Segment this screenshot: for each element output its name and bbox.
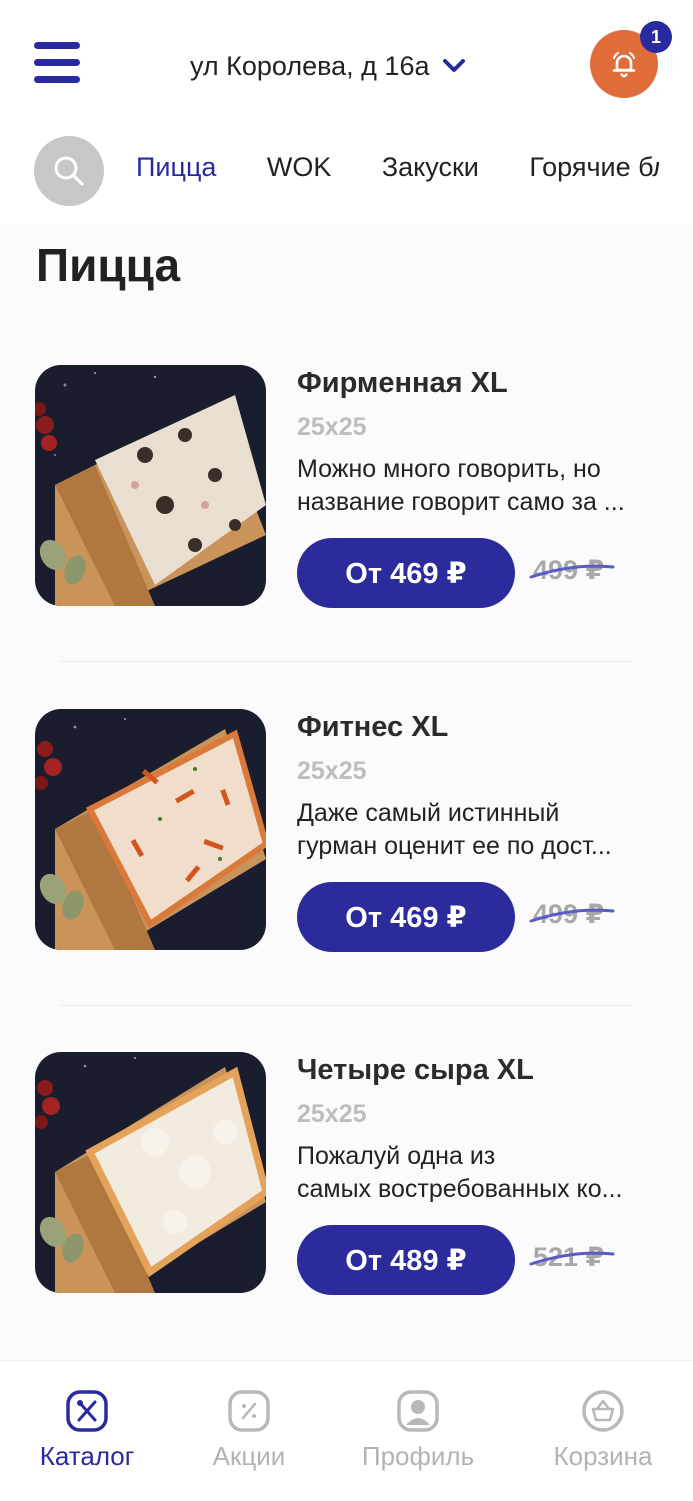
description-line: Пожалуй одна из: [297, 1142, 496, 1170]
nav-catalog[interactable]: Каталог: [12, 1389, 162, 1472]
address-text: ул Королева, д 16а: [190, 50, 430, 81]
pizza-image-1: [35, 365, 266, 606]
product-description: Можно много говорить, но название говори…: [297, 453, 659, 519]
pizza-image-2: [35, 709, 266, 950]
nav-cart[interactable]: Корзина: [528, 1389, 678, 1472]
nav-profile[interactable]: Профиль: [343, 1389, 493, 1472]
chevron-down-icon: [443, 59, 466, 72]
product-name: Фитнес XL: [297, 711, 449, 743]
bottom-navigation: Каталог Акции Профиль Корзина: [0, 1360, 693, 1501]
product-size: 25x25: [297, 1100, 367, 1128]
tab-wok[interactable]: WOK: [267, 152, 332, 183]
old-price: 499 ₽: [529, 899, 615, 930]
price-button[interactable]: От 489 ₽: [297, 1225, 515, 1295]
section-title: Пицца: [36, 239, 181, 291]
divider: [60, 1005, 633, 1006]
description-line: название говорит само за ...: [297, 488, 625, 516]
strikethrough-mark: [529, 564, 615, 579]
description-line: Даже самый истинный: [297, 799, 560, 827]
old-price: 499 ₽: [529, 555, 615, 586]
search-button[interactable]: [34, 136, 104, 206]
pizza-image-3: [35, 1052, 266, 1293]
old-price: 521 ₽: [529, 1242, 615, 1273]
product-card[interactable]: Фитнес XL 25x25 Даже самый истинный гурм…: [0, 709, 693, 1009]
product-description: Пожалуй одна из самых востребованных ко.…: [297, 1140, 659, 1206]
product-size: 25x25: [297, 413, 367, 441]
description-line: Можно много говорить, но: [297, 455, 601, 483]
strikethrough-mark: [529, 908, 615, 923]
tab-pizza[interactable]: Пицца: [136, 152, 216, 183]
product-name: Фирменная XL: [297, 367, 508, 399]
description-line: гурман оценит ее по дост...: [297, 832, 612, 860]
strikethrough-mark: [529, 1251, 615, 1266]
catalog-icon: [66, 1390, 108, 1432]
product-image[interactable]: [35, 365, 266, 606]
description-line: самых востребованных ко...: [297, 1175, 623, 1203]
basket-icon: [582, 1390, 624, 1432]
app-header: ул Королева, д 16а 1 Пицца WOK Закуски Г…: [0, 0, 693, 225]
nav-label: Корзина: [553, 1441, 653, 1471]
address-selector[interactable]: ул Королева, д 16а: [190, 46, 466, 86]
price-button[interactable]: От 469 ₽: [297, 538, 515, 608]
product-description: Даже самый истинный гурман оценит ее по …: [297, 797, 659, 863]
nav-label: Акции: [212, 1441, 286, 1471]
product-size: 25x25: [297, 757, 367, 785]
divider: [60, 661, 633, 662]
menu-icon[interactable]: [34, 42, 80, 84]
product-card[interactable]: Фирменная XL 25x25 Можно много говорить,…: [0, 365, 693, 665]
discount-icon: [228, 1390, 270, 1432]
product-card[interactable]: Четыре сыра XL 25x25 Пожалуй одна из сам…: [0, 1052, 693, 1352]
tab-hot-dishes[interactable]: Горячие блюда: [529, 152, 659, 183]
category-tabs: Пицца WOK Закуски Горячие блюда: [136, 152, 659, 196]
product-image[interactable]: [35, 1052, 266, 1293]
nav-label: Каталог: [39, 1441, 135, 1471]
price-button[interactable]: От 469 ₽: [297, 882, 515, 952]
bell-icon: [612, 51, 636, 78]
nav-promotions[interactable]: Акции: [174, 1389, 324, 1472]
product-image[interactable]: [35, 709, 266, 950]
tab-snacks[interactable]: Закуски: [382, 152, 479, 183]
profile-icon: [397, 1390, 439, 1432]
product-name: Четыре сыра XL: [297, 1054, 534, 1086]
search-icon: [54, 156, 84, 186]
nav-label: Профиль: [361, 1441, 475, 1471]
notification-badge: 1: [640, 21, 672, 53]
